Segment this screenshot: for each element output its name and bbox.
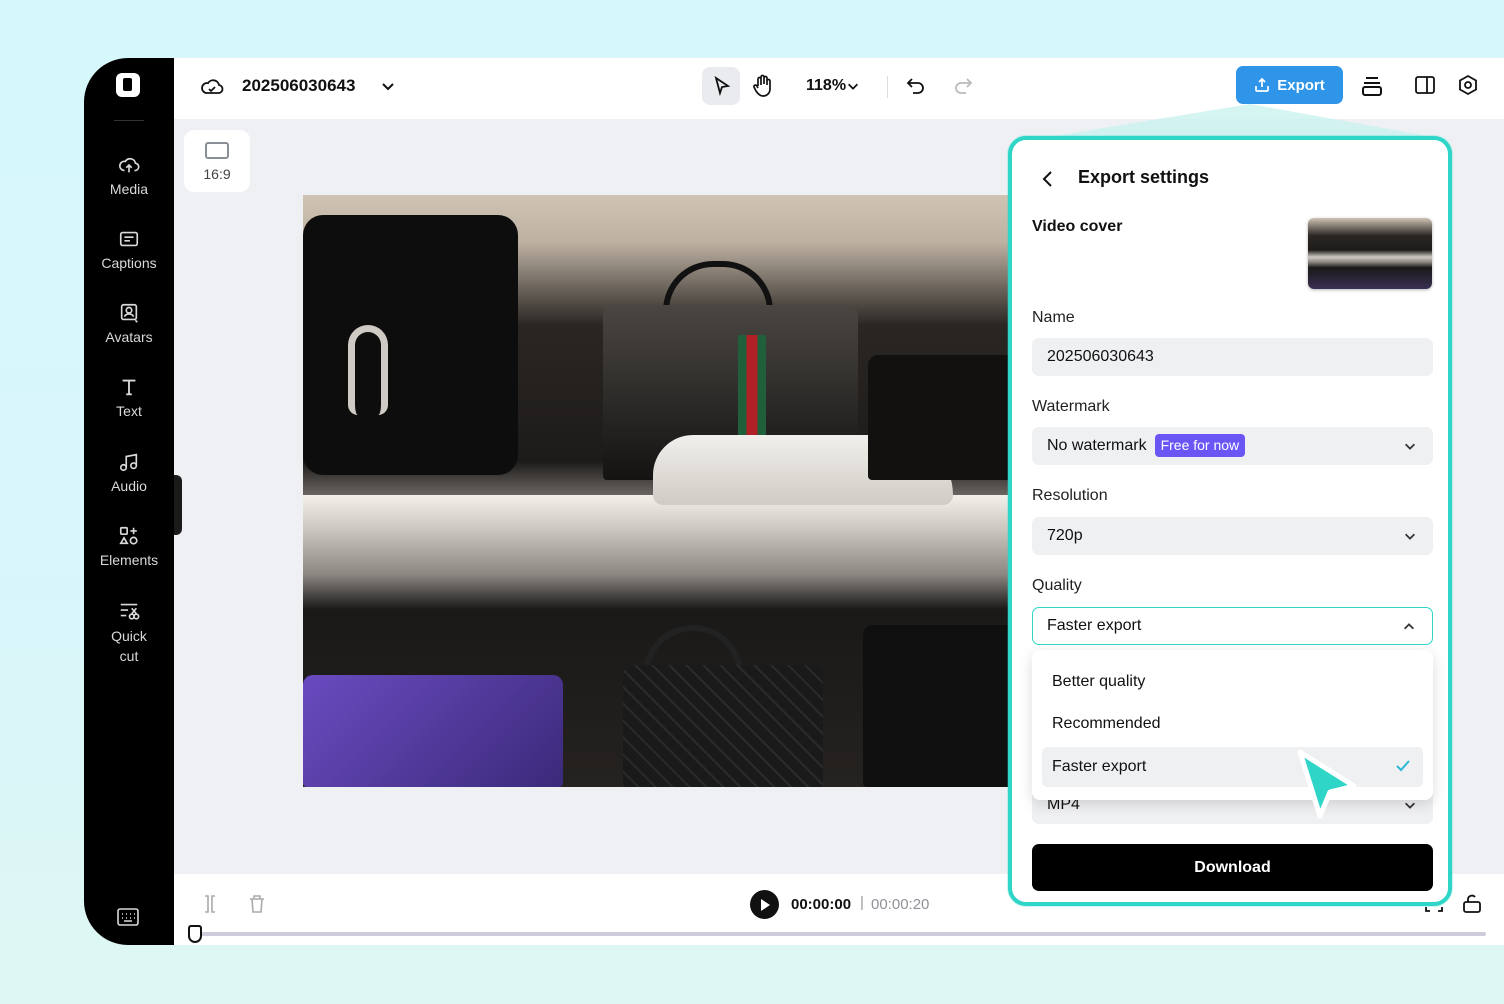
panel-layout-icon[interactable] bbox=[1414, 74, 1436, 96]
bag-chain bbox=[348, 325, 388, 415]
watermark-label: Watermark bbox=[1032, 398, 1110, 416]
lock-open-icon[interactable] bbox=[1462, 893, 1482, 913]
chevron-down-icon[interactable] bbox=[380, 78, 396, 94]
export-button[interactable]: Export bbox=[1236, 66, 1343, 104]
captions-icon bbox=[118, 228, 140, 250]
current-time: 00:00:00 bbox=[791, 896, 851, 913]
timeline-track[interactable] bbox=[196, 932, 1486, 936]
zoom-level[interactable]: 118% bbox=[806, 77, 846, 95]
sidebar-item-label: Audio bbox=[111, 478, 147, 494]
elements-icon bbox=[118, 525, 140, 547]
sidebar-item-elements[interactable]: Elements bbox=[84, 525, 174, 570]
name-input[interactable]: 202506030643 bbox=[1032, 338, 1433, 376]
sidebar-item-text[interactable]: Text bbox=[84, 376, 174, 421]
resolution-value: 720p bbox=[1047, 527, 1083, 544]
keyboard-icon[interactable] bbox=[117, 908, 139, 926]
quality-select[interactable]: Faster export bbox=[1032, 607, 1433, 645]
pointer-icon bbox=[712, 76, 732, 96]
handbag-quilted bbox=[623, 665, 823, 787]
play-button[interactable] bbox=[750, 890, 779, 919]
cloud-sync-icon[interactable] bbox=[200, 75, 224, 97]
aspect-ratio-button[interactable]: 16:9 bbox=[184, 130, 250, 192]
hand-icon[interactable] bbox=[752, 74, 774, 98]
free-badge: Free for now bbox=[1155, 434, 1246, 457]
avatar-icon bbox=[118, 302, 140, 324]
quick-cut-icon bbox=[118, 600, 140, 622]
share-icon bbox=[1254, 77, 1270, 93]
handbag-left bbox=[303, 215, 518, 475]
split-icon[interactable] bbox=[202, 894, 218, 914]
panel-pointer bbox=[1030, 104, 1450, 140]
app-logo[interactable] bbox=[116, 73, 140, 97]
text-icon bbox=[118, 376, 140, 398]
trash-icon[interactable] bbox=[248, 894, 266, 914]
sidebar-item-label: Media bbox=[110, 181, 148, 197]
panel-title: Export settings bbox=[1078, 167, 1209, 188]
quality-value: Faster export bbox=[1047, 617, 1141, 634]
option-label: Better quality bbox=[1052, 673, 1145, 690]
sidebar-collapse-handle[interactable] bbox=[174, 475, 182, 535]
chevron-down-icon bbox=[1403, 529, 1417, 543]
video-cover-label: Video cover bbox=[1032, 218, 1122, 236]
project-title[interactable]: 202506030643 bbox=[242, 76, 355, 96]
mouse-cursor-icon bbox=[1294, 746, 1360, 822]
name-value: 202506030643 bbox=[1047, 348, 1154, 365]
quality-option-faster[interactable]: Faster export bbox=[1042, 747, 1423, 787]
quality-option-better[interactable]: Better quality bbox=[1042, 662, 1423, 702]
chevron-up-icon bbox=[1402, 620, 1416, 634]
watermark-value: No watermark bbox=[1047, 437, 1147, 454]
sidebar-item-label: Text bbox=[116, 403, 142, 419]
redo-icon[interactable] bbox=[952, 75, 974, 97]
sidebar: Media Captions Avatars Text Audio Elemen… bbox=[84, 58, 174, 945]
playhead-handle[interactable] bbox=[188, 925, 202, 943]
resolution-label: Resolution bbox=[1032, 487, 1108, 505]
cloud-upload-icon bbox=[118, 154, 140, 176]
video-preview[interactable] bbox=[303, 195, 1033, 787]
sidebar-item-label: Avatars bbox=[105, 329, 152, 345]
export-settings-panel: Export settings Video cover Name 2025060… bbox=[1008, 136, 1452, 906]
sidebar-item-captions[interactable]: Captions bbox=[84, 228, 174, 273]
back-arrow-icon[interactable] bbox=[1040, 170, 1056, 188]
chevron-down-icon[interactable] bbox=[846, 79, 860, 93]
sidebar-item-label: Captions bbox=[101, 255, 156, 271]
sidebar-item-avatars[interactable]: Avatars bbox=[84, 302, 174, 347]
checkmark-icon bbox=[1395, 759, 1411, 773]
chevron-down-icon bbox=[1403, 798, 1417, 812]
resolution-select[interactable]: 720p bbox=[1032, 517, 1433, 555]
layers-icon[interactable] bbox=[1360, 74, 1384, 98]
quality-option-recommended[interactable]: Recommended bbox=[1042, 704, 1423, 744]
name-label: Name bbox=[1032, 309, 1075, 327]
handbag-purple bbox=[303, 675, 563, 787]
settings-icon[interactable] bbox=[1457, 74, 1479, 96]
aspect-ratio-icon bbox=[205, 142, 229, 159]
undo-icon[interactable] bbox=[905, 75, 927, 97]
sidebar-divider bbox=[114, 120, 144, 121]
quality-label: Quality bbox=[1032, 577, 1082, 595]
music-icon bbox=[118, 451, 140, 473]
watermark-select[interactable]: No watermark Free for now bbox=[1032, 427, 1433, 465]
sidebar-item-audio[interactable]: Audio bbox=[84, 451, 174, 496]
video-cover-thumbnail[interactable] bbox=[1308, 218, 1432, 289]
sidebar-item-label: Quick cut bbox=[109, 626, 149, 666]
aspect-ratio-label: 16:9 bbox=[203, 166, 230, 182]
sidebar-item-quick-cut[interactable]: Quick cut bbox=[84, 600, 174, 666]
export-label: Export bbox=[1277, 77, 1325, 94]
option-label: Recommended bbox=[1052, 715, 1161, 732]
download-button[interactable]: Download bbox=[1032, 844, 1433, 891]
sidebar-item-label: Elements bbox=[100, 552, 158, 568]
chevron-down-icon bbox=[1403, 439, 1417, 453]
total-time: 00:00:20 bbox=[871, 896, 929, 913]
time-separator: | bbox=[860, 894, 864, 911]
option-label: Faster export bbox=[1052, 758, 1146, 775]
sidebar-item-media[interactable]: Media bbox=[84, 154, 174, 199]
quality-dropdown: Better quality Recommended Faster export bbox=[1032, 650, 1433, 800]
toolbar-divider bbox=[887, 76, 888, 98]
select-tool-button[interactable] bbox=[702, 67, 740, 105]
